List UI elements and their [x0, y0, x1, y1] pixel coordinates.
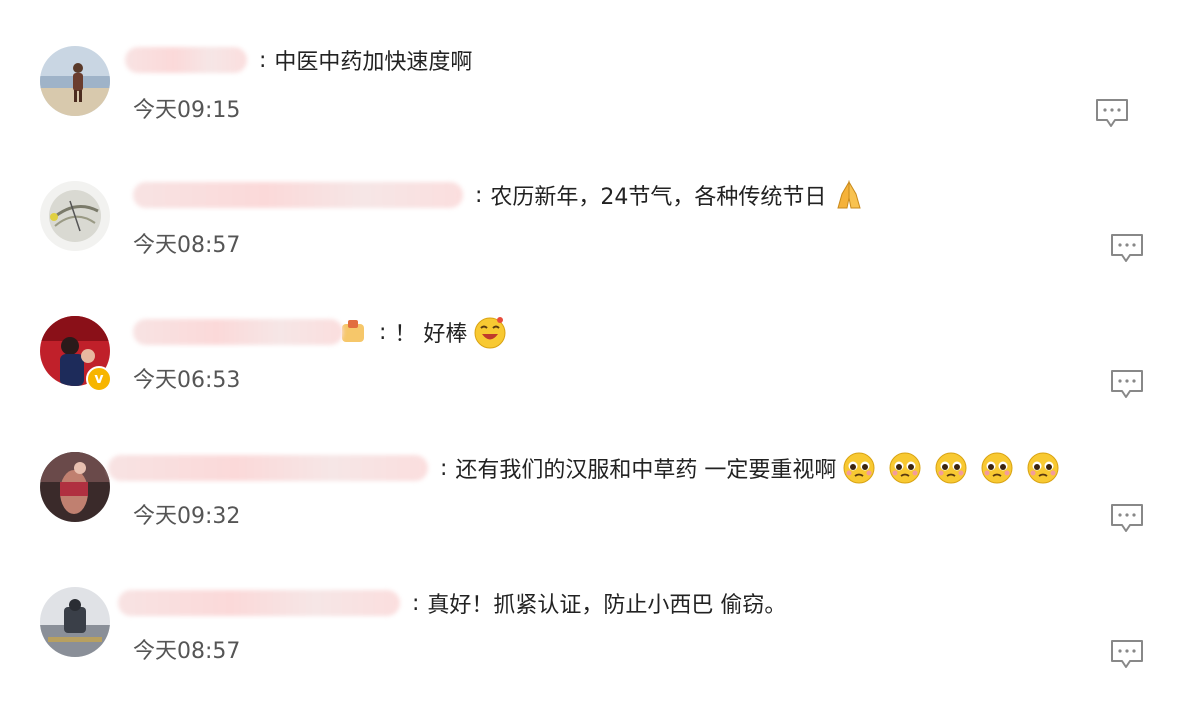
comment-reply-icon[interactable] — [1110, 369, 1144, 399]
comment-time: 今天06:53 — [133, 368, 241, 393]
comment-item: : 真好！抓紧认证，防止小西巴 偷窃。 今天08:57 — [0, 583, 1190, 719]
avatar[interactable] — [40, 452, 110, 522]
avatar[interactable] — [40, 587, 110, 657]
happy-face-emoji — [474, 317, 506, 349]
comment-text: ！ 好棒 — [394, 322, 468, 347]
username-redacted[interactable] — [133, 319, 343, 345]
username-redacted[interactable] — [118, 590, 400, 616]
comment-text: 中医中药加快速度啊 — [274, 50, 473, 75]
comment-text: 还有我们的汉服和中草药 一定要重视啊 — [455, 458, 837, 483]
comment-reply-icon[interactable] — [1110, 503, 1144, 533]
comment-line: : ！ 好棒 — [133, 312, 507, 352]
comment-text: 真好！抓紧认证，防止小西巴 偷窃。 — [427, 593, 787, 618]
colon: : — [412, 590, 420, 616]
verified-badge-icon: v — [86, 366, 112, 392]
comment-item: : 还有我们的汉服和中草药 一定要重视啊 今天09:32 — [0, 448, 1190, 584]
comment-item: : 农历新年，24节气，各种传统节日 今天08:57 — [0, 175, 1190, 311]
folded-hands-emoji — [837, 180, 862, 209]
pleading-face-emoji — [1027, 452, 1059, 484]
comment-item: : 中医中药加快速度啊 今天09:15 — [0, 40, 1190, 176]
comment-reply-icon[interactable] — [1110, 639, 1144, 669]
name-emoji-icon — [342, 320, 364, 342]
avatar[interactable] — [40, 46, 110, 116]
username-redacted[interactable] — [108, 455, 428, 481]
comment-time: 今天08:57 — [133, 233, 241, 258]
comment-reply-icon[interactable] — [1095, 98, 1129, 128]
comment-time: 今天08:57 — [133, 639, 241, 664]
comment-reply-icon[interactable] — [1110, 233, 1144, 263]
comment-time: 今天09:32 — [133, 504, 241, 529]
pleading-face-emoji — [935, 452, 967, 484]
comment-line: : 中医中药加快速度啊 — [125, 40, 472, 80]
comment-text: 农历新年，24节气，各种传统节日 — [490, 185, 827, 210]
pleading-face-emoji — [843, 452, 875, 484]
colon: : — [259, 47, 267, 73]
colon: : — [475, 182, 483, 208]
pleading-face-emoji — [889, 452, 921, 484]
username-redacted[interactable] — [125, 47, 247, 73]
avatar[interactable] — [40, 181, 110, 251]
comment-line: : 农历新年，24节气，各种传统节日 — [133, 175, 866, 215]
comment-line: : 真好！抓紧认证，防止小西巴 偷窃。 — [118, 583, 786, 623]
colon: : — [379, 319, 387, 345]
pleading-face-emoji — [981, 452, 1013, 484]
comment-item: v : ！ 好棒 今天06:53 — [0, 312, 1190, 448]
comment-time: 今天09:15 — [133, 98, 241, 123]
comment-line: : 还有我们的汉服和中草药 一定要重视啊 — [108, 448, 1060, 488]
username-redacted[interactable] — [133, 182, 463, 208]
colon: : — [440, 455, 448, 481]
